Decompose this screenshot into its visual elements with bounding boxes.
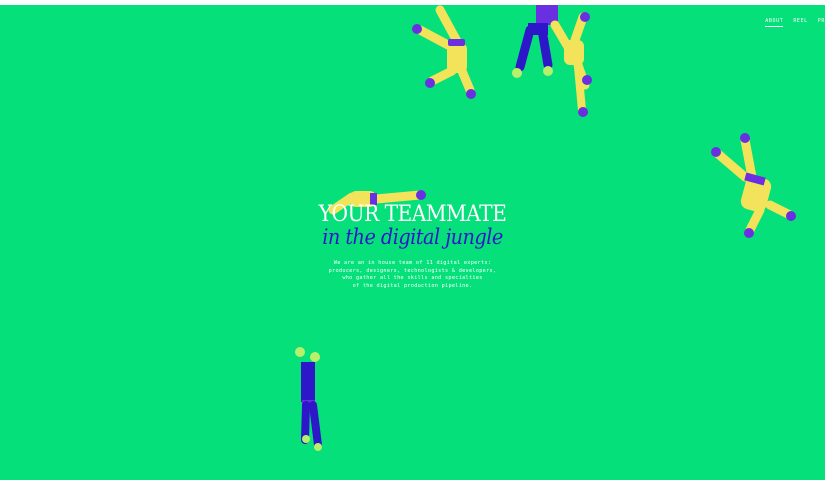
figure-yellow-1 [412, 5, 476, 99]
hero-stage: ABOUT REEL PR YOUR TEAMMATE in the digit… [0, 5, 825, 480]
nav-item-pr[interactable]: PR [818, 18, 825, 27]
intro-line: of the digital production pipeline. [352, 282, 473, 289]
intro-line: We are an in house team of 11 digital ex… [333, 260, 492, 266]
intro-text: We are an in house team of 11 digital ex… [0, 260, 825, 290]
figure-blue-1 [512, 5, 558, 78]
figure-blue-2 [295, 347, 322, 451]
intro-line: who gather all the skills and specialtie… [342, 275, 483, 282]
hero-content: YOUR TEAMMATE in the digital jungle We a… [0, 203, 825, 290]
top-nav: ABOUT REEL PR [765, 18, 825, 27]
nav-item-about[interactable]: ABOUT [765, 18, 784, 27]
nav-item-reel[interactable]: REEL [793, 18, 807, 27]
page-title: YOUR TEAMMATE [318, 202, 507, 227]
intro-line: producers, designers, technologists & de… [328, 267, 497, 274]
figure-yellow-2 [550, 12, 592, 117]
page-subtitle: in the digital jungle [322, 225, 503, 249]
